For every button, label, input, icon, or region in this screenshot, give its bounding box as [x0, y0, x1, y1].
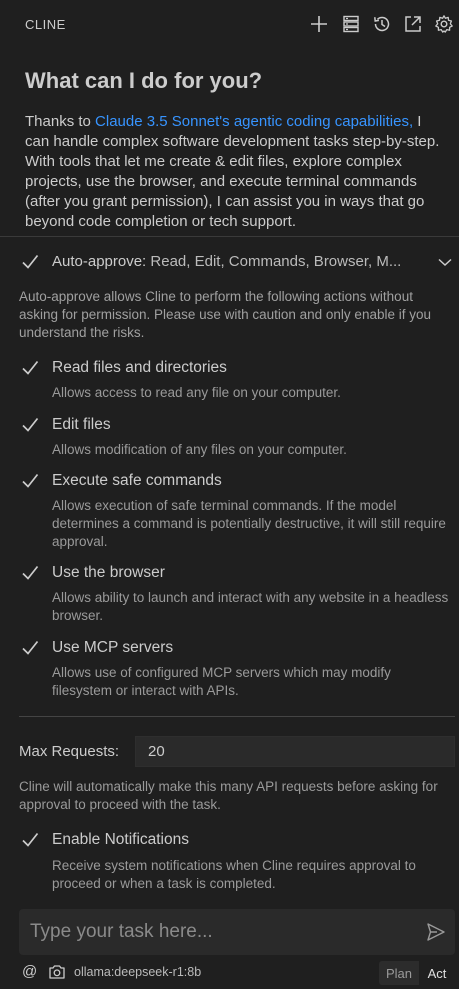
option-title: Enable Notifications: [52, 831, 189, 848]
auto-approve-checkbox[interactable]: [19, 251, 41, 273]
send-icon[interactable]: [425, 921, 447, 943]
auto-approve-description: Auto-approve allows Cline to perform the…: [19, 289, 431, 340]
plus-icon[interactable]: [307, 12, 331, 36]
server-icon[interactable]: [339, 12, 363, 36]
bottom-bar: @ ollama:deepseek-r1:8b Plan Act: [0, 958, 459, 989]
option-title: Use the browser: [52, 564, 165, 581]
max-requests-label: Max Requests:: [19, 743, 120, 760]
divider: [19, 716, 455, 717]
plan-mode-button[interactable]: Plan: [379, 961, 419, 985]
top-bar: CLINE: [0, 0, 459, 50]
auto-approve-summary: Read, Edit, Commands, Browser, M...: [150, 253, 402, 270]
welcome-text: Thanks to Claude 3.5 Sonnet's agentic co…: [25, 112, 445, 232]
use-mcp-checkbox[interactable]: [19, 637, 41, 659]
max-requests-description: Cline will automatically make this many …: [19, 779, 438, 812]
divider: [0, 236, 459, 237]
max-requests-input[interactable]: [135, 736, 455, 767]
act-mode-button[interactable]: Act: [419, 961, 455, 985]
execute-commands-checkbox[interactable]: [19, 470, 41, 492]
task-input-box: [19, 909, 455, 955]
auto-approve-title: Auto-approve:: [52, 253, 147, 270]
option-description: Allows ability to launch and interact wi…: [52, 590, 449, 623]
auto-approve-label: Auto-approve: Read, Edit, Commands, Brow…: [52, 253, 401, 270]
camera-icon[interactable]: [48, 963, 66, 981]
option-title: Execute safe commands: [52, 472, 222, 489]
option-description: Allows execution of safe terminal comman…: [52, 498, 446, 549]
option-title: Use MCP servers: [52, 639, 174, 656]
auto-approve-row[interactable]: Auto-approve: Read, Edit, Commands, Brow…: [0, 248, 459, 276]
option-description: Allows access to read any file on your c…: [52, 385, 341, 400]
welcome-intro-rest: I can handle complex software developmen…: [25, 113, 440, 230]
use-browser-checkbox[interactable]: [19, 562, 41, 584]
mode-toggle: Plan Act: [379, 961, 455, 985]
option-description: Allows use of configured MCP servers whi…: [52, 665, 391, 698]
chevron-down-icon[interactable]: [436, 253, 454, 271]
task-input[interactable]: [19, 909, 399, 955]
model-link[interactable]: Claude 3.5 Sonnet's agentic coding capab…: [95, 113, 413, 130]
gear-icon[interactable]: [432, 12, 456, 36]
history-icon[interactable]: [370, 12, 394, 36]
popout-icon[interactable]: [401, 12, 425, 36]
mention-button[interactable]: @: [22, 963, 37, 980]
edit-files-checkbox[interactable]: [19, 414, 41, 436]
welcome-section: What can I do for you? Thanks to Claude …: [0, 50, 459, 236]
option-title: Edit files: [52, 416, 111, 433]
welcome-intro-prefix: Thanks to: [25, 113, 96, 130]
option-description: Receive system notifications when Cline …: [52, 858, 416, 891]
option-title: Read files and directories: [52, 359, 227, 376]
read-files-checkbox[interactable]: [19, 357, 41, 379]
app-title: CLINE: [25, 17, 66, 32]
notifications-checkbox[interactable]: [19, 829, 41, 851]
welcome-heading: What can I do for you?: [25, 68, 263, 93]
option-description: Allows modification of any files on your…: [52, 442, 347, 457]
model-selector[interactable]: ollama:deepseek-r1:8b: [74, 965, 201, 979]
